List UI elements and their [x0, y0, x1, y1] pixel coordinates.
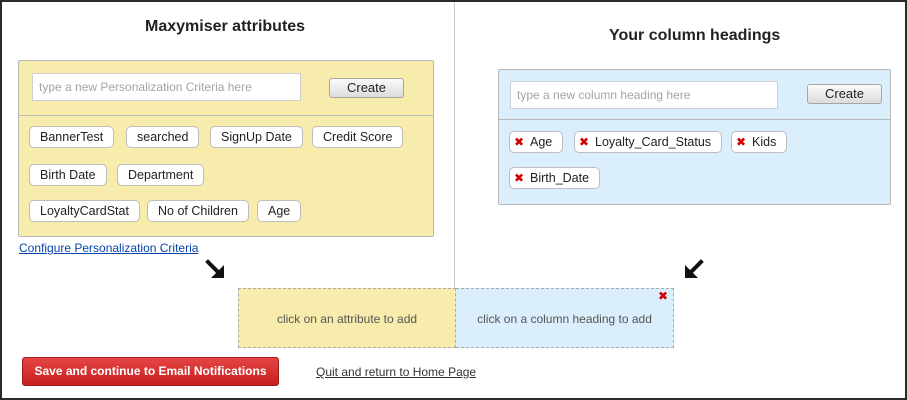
- arrow-down-right-icon: [205, 259, 224, 278]
- attribute-chip[interactable]: Age: [257, 200, 302, 222]
- attribute-chip[interactable]: SignUp Date: [210, 126, 303, 148]
- attributes-title: Maxymiser attributes: [145, 18, 306, 35]
- attribute-chip[interactable]: Birth Date: [29, 164, 107, 186]
- panel-separator: [499, 119, 890, 120]
- attribute-chip[interactable]: BannerTest: [29, 126, 115, 148]
- quit-home-link[interactable]: Quit and return to Home Page: [316, 365, 476, 379]
- arrow-down-left-icon: [685, 259, 704, 278]
- heading-label: Birth_Date: [530, 171, 590, 185]
- heading-drop-zone[interactable]: click on a column heading to add: [456, 288, 674, 348]
- heading-chip[interactable]: ✖ Birth_Date: [509, 167, 601, 189]
- column-headings-panel: Create ✖Age ✖Loyalty_Card_Status ✖Kids ✖…: [498, 69, 891, 205]
- heading-label: Loyalty_Card_Status: [595, 135, 712, 149]
- heading-chip[interactable]: ✖ Loyalty_Card_Status: [574, 131, 723, 153]
- new-criteria-input[interactable]: [32, 73, 301, 101]
- mapping-window: Maxymiser attributes Your column heading…: [0, 0, 907, 400]
- attributes-panel: Create BannerTest searched SignUp Date C…: [18, 60, 434, 237]
- new-column-heading-input[interactable]: [510, 81, 778, 109]
- attribute-chip[interactable]: LoyaltyCardStat: [29, 200, 140, 222]
- remove-icon[interactable]: ✖: [510, 132, 528, 152]
- heading-label: Kids: [752, 135, 777, 149]
- remove-icon[interactable]: ✖: [732, 132, 750, 152]
- column-divider: [454, 2, 455, 290]
- remove-icon[interactable]: ✖: [510, 168, 528, 188]
- remove-icon[interactable]: ✖: [575, 132, 593, 152]
- configure-criteria-link[interactable]: Configure Personalization Criteria: [19, 241, 198, 255]
- close-icon[interactable]: ✖: [658, 289, 668, 303]
- attribute-chip[interactable]: No of Children: [147, 200, 249, 222]
- column-headings-title: Your column headings: [609, 27, 781, 44]
- attribute-chip[interactable]: Credit Score: [312, 126, 404, 148]
- create-criteria-button[interactable]: Create: [329, 78, 404, 98]
- panel-separator: [19, 115, 433, 116]
- attribute-chip[interactable]: Department: [117, 164, 205, 186]
- create-heading-button[interactable]: Create: [807, 84, 882, 104]
- heading-label: Age: [530, 135, 553, 149]
- heading-chip[interactable]: ✖ Age: [509, 131, 564, 153]
- save-continue-button[interactable]: Save and continue to Email Notifications: [22, 357, 279, 386]
- attribute-chip[interactable]: searched: [126, 126, 200, 148]
- heading-chip[interactable]: ✖ Kids: [731, 131, 788, 153]
- attribute-drop-zone[interactable]: click on an attribute to add: [238, 288, 456, 348]
